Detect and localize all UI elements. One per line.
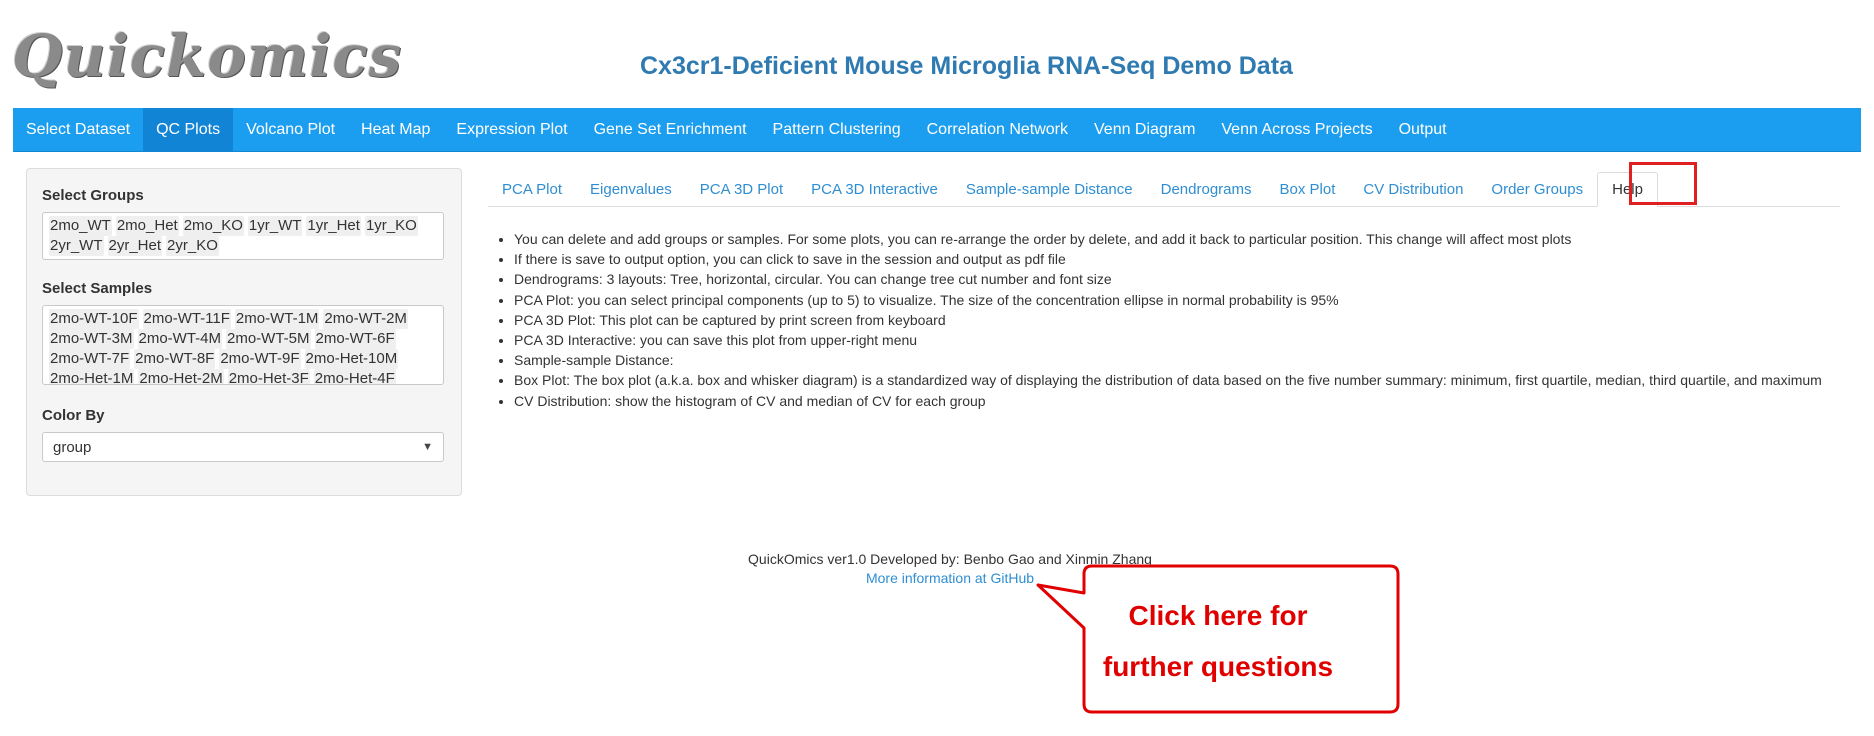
help-item: PCA 3D Interactive: you can save this pl… <box>514 330 1874 350</box>
sample-chip[interactable]: 2mo-Het-4F <box>313 369 396 384</box>
sample-chip[interactable]: 2mo-WT-1M <box>234 309 320 329</box>
nav-output[interactable]: Output <box>1386 108 1460 151</box>
sidebar-panel: Select Groups 2mo_WT 2mo_Het 2mo_KO 1yr_WT 1… <box>26 168 462 496</box>
sample-chip[interactable]: 2mo-WT-6F <box>314 329 396 349</box>
sample-chip[interactable]: 2mo-WT-10F <box>49 309 139 329</box>
help-item: You can delete and add groups or samples… <box>514 229 1874 249</box>
group-chip[interactable]: 2yr_WT <box>49 236 104 256</box>
select-samples-label: Select Samples <box>42 280 153 297</box>
sample-chip[interactable]: 2mo-Het-3F <box>227 369 310 384</box>
help-item: Box Plot: The box plot (a.k.a. box and w… <box>514 370 1874 390</box>
nav-venn-across-projects[interactable]: Venn Across Projects <box>1208 108 1385 151</box>
tab-pca-plot[interactable]: PCA Plot <box>488 172 576 206</box>
group-chip[interactable]: 1yr_Het <box>306 216 361 236</box>
callout-text: Click here for further questions <box>1082 590 1354 692</box>
sample-chip[interactable]: 2mo-WT-2M <box>323 309 408 329</box>
tab-box-plot[interactable]: Box Plot <box>1266 172 1350 206</box>
tab-cv-distribution[interactable]: CV Distribution <box>1349 172 1477 206</box>
group-chip[interactable]: 2yr_KO <box>166 236 219 256</box>
sample-chip[interactable]: 2mo-WT-4M <box>137 329 222 349</box>
group-chip[interactable]: 2mo_WT <box>49 216 112 236</box>
help-tab-highlight-box <box>1629 162 1697 205</box>
help-item: Dendrograms: 3 layouts: Tree, horizontal… <box>514 269 1874 289</box>
nav-correlation-network[interactable]: Correlation Network <box>914 108 1081 151</box>
caret-down-icon: ▼ <box>422 441 433 453</box>
nav-expression-plot[interactable]: Expression Plot <box>443 108 580 151</box>
select-groups-input[interactable]: 2mo_WT 2mo_Het 2mo_KO 1yr_WT 1yr_Het 1yr_KO 2y… <box>42 212 444 260</box>
sample-chip[interactable]: 2mo-WT-8F <box>134 349 216 369</box>
tab-sample-sample-distance[interactable]: Sample-sample Distance <box>952 172 1147 206</box>
tab-dendrograms[interactable]: Dendrograms <box>1147 172 1266 206</box>
select-samples-input[interactable]: 2mo-WT-10F 2mo-WT-11F 2mo-WT-1M 2mo-WT-2M2m… <box>42 305 444 385</box>
nav-qc-plots[interactable]: QC Plots <box>143 108 234 151</box>
nav-select-dataset[interactable]: Select Dataset <box>13 108 143 151</box>
group-chip[interactable]: 1yr_WT <box>247 216 303 236</box>
callout-line-2: further questions <box>1102 651 1334 682</box>
help-list: You can delete and add groups or samples… <box>494 229 1874 411</box>
group-chip[interactable]: 2yr_Het <box>107 236 163 256</box>
help-item: Sample-sample Distance: <box>514 350 1874 370</box>
color-by-value: group <box>53 438 92 456</box>
select-groups-label: Select Groups <box>42 187 144 204</box>
callout-line-1: Click here for <box>1128 600 1308 631</box>
nav-heat-map[interactable]: Heat Map <box>348 108 443 151</box>
sample-chip[interactable]: 2mo-Het-10M <box>304 349 399 369</box>
nav-volcano-plot[interactable]: Volcano Plot <box>233 108 348 151</box>
sample-chip[interactable]: 2mo-WT-9F <box>219 349 301 369</box>
sample-chip[interactable]: 2mo-WT-5M <box>226 329 311 349</box>
sample-chip[interactable]: 2mo-WT-11F <box>142 309 231 329</box>
group-chip[interactable]: 1yr_KO <box>364 216 418 236</box>
tab-order-groups[interactable]: Order Groups <box>1477 172 1597 206</box>
sample-chip[interactable]: 2mo-WT-3M <box>49 329 134 349</box>
app-logo: Quickomics <box>12 22 403 90</box>
group-chip[interactable]: 2mo_KO <box>182 216 244 236</box>
nav-gene-set-enrichment[interactable]: Gene Set Enrichment <box>581 108 760 151</box>
tab-pca-3d-interactive[interactable]: PCA 3D Interactive <box>797 172 952 206</box>
page-title: Cx3cr1-Deficient Mouse Microglia RNA-Seq… <box>640 52 1293 80</box>
sample-chip[interactable]: 2mo-Het-2M <box>138 369 224 384</box>
group-chip[interactable]: 2mo_Het <box>115 216 179 236</box>
color-by-select[interactable]: group ▼ <box>42 432 444 462</box>
help-item: PCA Plot: you can select principal compo… <box>514 290 1874 310</box>
color-by-label: Color By <box>42 407 105 424</box>
help-item: PCA 3D Plot: This plot can be captured b… <box>514 310 1874 330</box>
main-navbar: Select Dataset QC Plots Volcano Plot Hea… <box>13 108 1861 152</box>
nav-pattern-clustering[interactable]: Pattern Clustering <box>760 108 914 151</box>
tab-eigenvalues[interactable]: Eigenvalues <box>576 172 686 206</box>
sample-chip[interactable]: 2mo-WT-7F <box>49 349 131 369</box>
help-item: If there is save to output option, you c… <box>514 249 1874 269</box>
tab-pca-3d-plot[interactable]: PCA 3D Plot <box>686 172 797 206</box>
nav-venn-diagram[interactable]: Venn Diagram <box>1081 108 1208 151</box>
help-item: CV Distribution: show the histogram of C… <box>514 391 1874 411</box>
sample-chip[interactable]: 2mo-Het-1M <box>49 369 135 384</box>
